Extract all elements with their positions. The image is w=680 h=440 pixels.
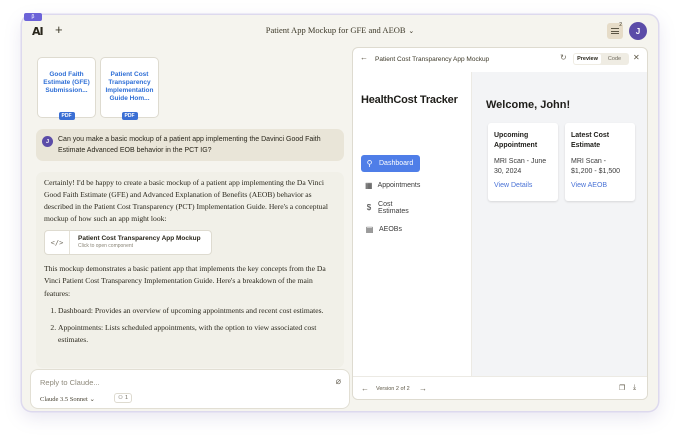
view-aeob-link[interactable]: View AEOB [571,182,629,189]
card-title: Upcoming Appointment [494,132,538,149]
previous-version-icon[interactable]: ← [361,384,369,393]
user-message: J Can you make a basic mockup of a patie… [36,129,344,161]
file-card-pct[interactable]: Patient Cost Transparency Implementation… [100,57,159,120]
user-icon: ⚲ [366,159,373,168]
sidebar-item-appointments[interactable]: ▦ Appointments [361,177,420,194]
version-indicator: Version 2 of 2 [376,386,410,392]
artifact-footer: ← Version 2 of 2 → ❐ ⤓ [353,376,647,399]
document-icon: ▤ [365,225,374,234]
next-version-icon[interactable]: → [419,384,427,393]
sidebar-item-dashboard[interactable]: ⚲ Dashboard [361,155,420,172]
feature-list: Dashboard: Provides an overview of upcom… [44,305,337,346]
tab-preview[interactable]: Preview [574,54,601,64]
close-icon[interactable]: ✕ [633,53,640,62]
list-item: Appointments: Lists scheduled appointmen… [58,322,337,346]
sidebar-item-aeobs[interactable]: ▤ AEOBs [361,221,420,238]
upcoming-appointment-card: Upcoming Appointment MRI Scan - June 30,… [488,123,558,201]
app-brand: HealthCost Tracker [361,94,458,106]
code-icon: </> [45,231,70,255]
artifact-card[interactable]: </> Patient Cost Transparency App Mockup… [44,230,212,256]
reply-body: This mockup demonstrates a basic patient… [44,264,326,298]
refresh-icon[interactable]: ↻ [560,53,567,62]
user-avatar[interactable]: J [629,22,647,40]
sliders-icon [611,28,619,34]
reply-intro: Certainly! I'd be happy to create a basi… [44,178,328,224]
dollar-icon: $ [366,203,372,212]
tab-code[interactable]: Code [601,54,628,64]
file-type-badge: PDF [121,112,138,120]
sidebar-item-label: Appointments [377,182,421,189]
sidebar-item-label: Dashboard [379,160,414,167]
user-message-text: Can you make a basic mockup of a patient… [58,136,321,154]
beta-badge: β [24,13,42,21]
latest-cost-estimate-card: Latest Cost Estimate MRI Scan - $1,200 -… [565,123,635,201]
app-sidebar: HealthCost Tracker ⚲ Dashboard ▦ Appoint… [353,72,472,376]
app-preview: HealthCost Tracker ⚲ Dashboard ▦ Appoint… [353,72,647,376]
user-message-avatar: J [42,136,53,147]
copy-icon[interactable]: ❐ [619,384,625,392]
view-toggle: Preview Code [573,53,629,65]
attached-files: Good Faith Estimate (GFE) Submission... … [37,57,159,120]
sidebar-item-cost-estimates[interactable]: $ Cost Estimates [361,199,420,216]
card-title: Latest Cost Estimate [571,132,610,149]
file-type-badge: PDF [58,112,75,120]
list-item: Dashboard: Provides an overview of upcom… [58,305,337,317]
reply-composer[interactable]: Reply to Claude... ⌀ Claude 3.5 Sonnet ⌄… [30,369,350,409]
reply-input[interactable]: Reply to Claude... [40,378,100,387]
calendar-icon: ▦ [365,181,373,190]
sidebar-item-label: Cost Estimates [378,200,409,215]
artifact-card-title: Patient Cost Transparency App Mockup [78,235,201,243]
file-name: Patient Cost Transparency Implementation… [105,71,154,102]
app-window: AI + Patient App Mockup for GFE and AEOB… [22,15,658,411]
project-people-button[interactable]: ⚇ 1 [114,393,132,403]
file-name: Good Faith Estimate (GFE) Submission... [43,71,90,94]
app-main: Welcome, John! Upcoming Appointment MRI … [472,72,647,376]
artifact-panel: ← Patient Cost Transparency App Mockup ↻… [352,47,648,400]
back-arrow-icon[interactable]: ← [360,53,368,62]
artifact-card-subtitle: Click to open component [78,243,134,250]
model-selector[interactable]: Claude 3.5 Sonnet ⌄ [40,395,95,403]
notification-count: 2 [619,22,622,28]
file-card-gfe[interactable]: Good Faith Estimate (GFE) Submission... … [37,57,96,120]
person-icon: ⚇ [118,395,123,401]
assistant-reply: Certainly! I'd be happy to create a basi… [36,172,344,368]
welcome-heading: Welcome, John! [486,99,571,111]
artifact-title: Patient Cost Transparency App Mockup [375,56,490,63]
settings-button[interactable]: 2 [607,22,623,39]
artifact-header: ← Patient Cost Transparency App Mockup ↻… [353,48,647,72]
card-value: MRI Scan - June 30, 2024 [494,158,547,175]
view-details-link[interactable]: View Details [494,182,552,189]
paperclip-icon[interactable]: ⌀ [336,376,341,387]
conversation-title[interactable]: Patient App Mockup for GFE and AEOB ⌄ [22,25,658,35]
chevron-down-icon: ⌄ [406,27,415,35]
card-value: MRI Scan - $1,200 - $1,500 [571,158,621,175]
sidebar-item-label: AEOBs [379,226,402,233]
top-bar: AI + Patient App Mockup for GFE and AEOB… [22,15,658,47]
download-icon[interactable]: ⤓ [633,384,636,392]
